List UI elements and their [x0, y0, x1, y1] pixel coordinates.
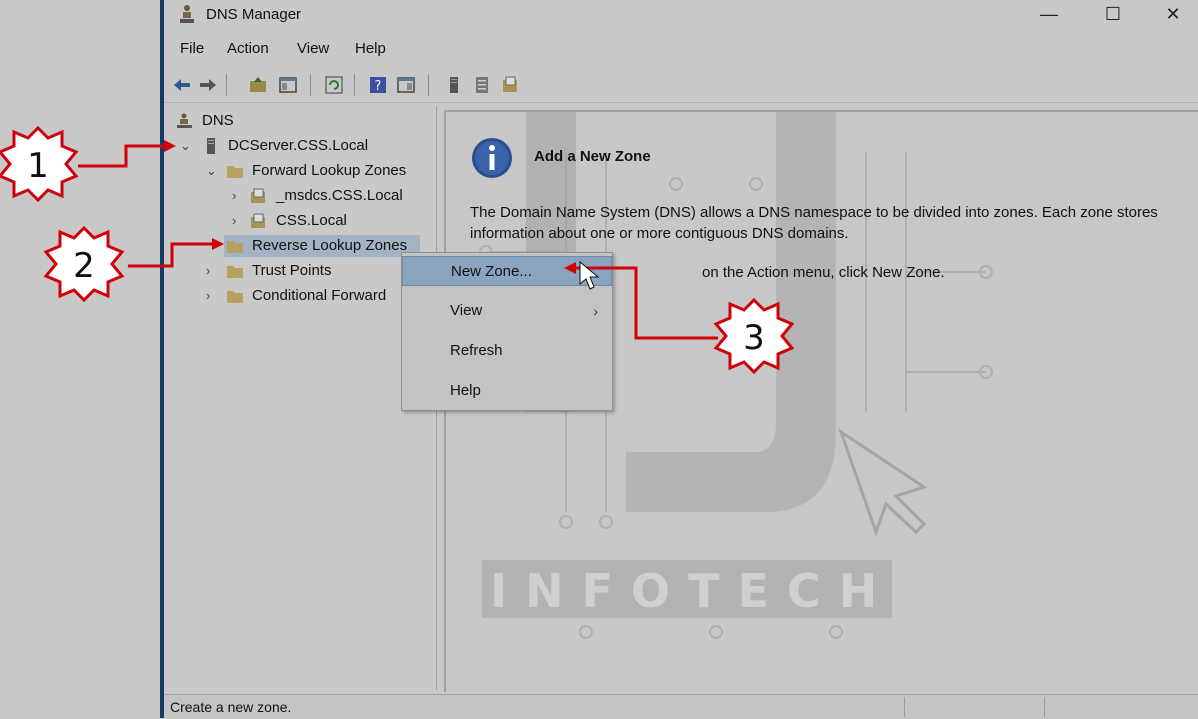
- tree-item-msdcs[interactable]: › _msdcs.CSS.Local: [228, 185, 428, 207]
- menu-action[interactable]: Action: [227, 40, 269, 57]
- toolbar-separator: [354, 74, 355, 96]
- context-item-refresh[interactable]: Refresh: [402, 336, 612, 366]
- page-title: Add a New Zone: [534, 148, 651, 165]
- folder-icon: [227, 266, 243, 278]
- tree-item-server[interactable]: ⌄ DCServer.CSS.Local: [176, 135, 416, 157]
- status-divider: [904, 697, 905, 717]
- minimize-button[interactable]: —: [1018, 0, 1080, 30]
- status-bar: Create a new zone.: [164, 694, 1198, 719]
- show-hide-console-tree-icon[interactable]: [278, 75, 298, 95]
- info-icon: [472, 138, 512, 178]
- up-folder-icon[interactable]: [248, 75, 268, 95]
- chevron-down-icon[interactable]: ⌄: [180, 135, 192, 157]
- server-icon: [207, 138, 215, 154]
- list-icon[interactable]: [472, 75, 492, 95]
- action-pane-icon[interactable]: [396, 75, 416, 95]
- refresh-icon[interactable]: [324, 75, 344, 95]
- help-icon[interactable]: ?: [368, 75, 388, 95]
- folder-icon: [227, 166, 243, 178]
- tree-item-css-local[interactable]: › CSS.Local: [228, 210, 428, 232]
- dns-manager-window: DNS Manager — ☐ ✕ File Action View Help …: [164, 0, 1198, 718]
- status-text: Create a new zone.: [170, 699, 292, 715]
- tree-item-dns[interactable]: DNS: [176, 110, 376, 132]
- chevron-right-icon[interactable]: ›: [232, 210, 244, 232]
- chevron-right-icon[interactable]: ›: [232, 185, 244, 207]
- dns-app-icon: [180, 5, 194, 23]
- status-divider: [1044, 697, 1045, 717]
- chevron-down-icon[interactable]: ⌄: [206, 160, 218, 182]
- svg-text:INFOTECH: INFOTECH: [490, 564, 895, 618]
- zone-icon[interactable]: [500, 75, 520, 95]
- back-arrow-icon[interactable]: [172, 75, 192, 95]
- maximize-button[interactable]: ☐: [1082, 0, 1144, 30]
- context-menu: New Zone... View › Refresh Help: [401, 252, 613, 411]
- chevron-right-icon[interactable]: ›: [206, 260, 218, 282]
- toolbar-separator: [428, 74, 429, 96]
- menu-file[interactable]: File: [180, 40, 204, 57]
- toolbar-separator: [310, 74, 311, 96]
- console-tree: DNS ⌄ DCServer.CSS.Local ⌄ Forward Looku…: [166, 106, 437, 690]
- context-item-view[interactable]: View ›: [402, 296, 612, 326]
- server-icon[interactable]: [444, 75, 464, 95]
- desktop-background: [0, 0, 160, 718]
- zone-description: The Domain Name System (DNS) allows a DN…: [470, 204, 1158, 242]
- folder-icon: [227, 241, 243, 253]
- context-item-help[interactable]: Help: [402, 376, 612, 406]
- zone-icon: [251, 213, 265, 228]
- chevron-right-icon[interactable]: ›: [206, 285, 218, 307]
- window-title: DNS Manager: [206, 6, 302, 23]
- menu-bar: File Action View Help: [164, 38, 1198, 62]
- svg-text:?: ?: [375, 79, 382, 94]
- folder-icon: [227, 291, 243, 303]
- zone-icon: [251, 188, 265, 203]
- title-bar: DNS Manager — ☐ ✕: [164, 0, 1198, 32]
- zone-instruction: on the Action menu, click New Zone.: [702, 264, 945, 281]
- tree-item-conditional-forwarders[interactable]: › Conditional Forward: [202, 285, 432, 307]
- menu-help[interactable]: Help: [355, 40, 386, 57]
- context-item-new-zone[interactable]: New Zone...: [402, 256, 612, 286]
- toolbar: ?: [164, 68, 1198, 103]
- tree-item-forward-lookup-zones[interactable]: ⌄ Forward Lookup Zones: [202, 160, 432, 182]
- dns-icon: [177, 113, 192, 128]
- chevron-right-icon: ›: [593, 303, 598, 319]
- tree-item-trust-points[interactable]: › Trust Points: [202, 260, 432, 282]
- tree-item-reverse-lookup-zones[interactable]: Reverse Lookup Zones: [202, 235, 432, 257]
- toolbar-separator: [226, 74, 227, 96]
- forward-arrow-icon[interactable]: [198, 75, 218, 95]
- close-button[interactable]: ✕: [1142, 0, 1198, 30]
- menu-view[interactable]: View: [297, 40, 329, 57]
